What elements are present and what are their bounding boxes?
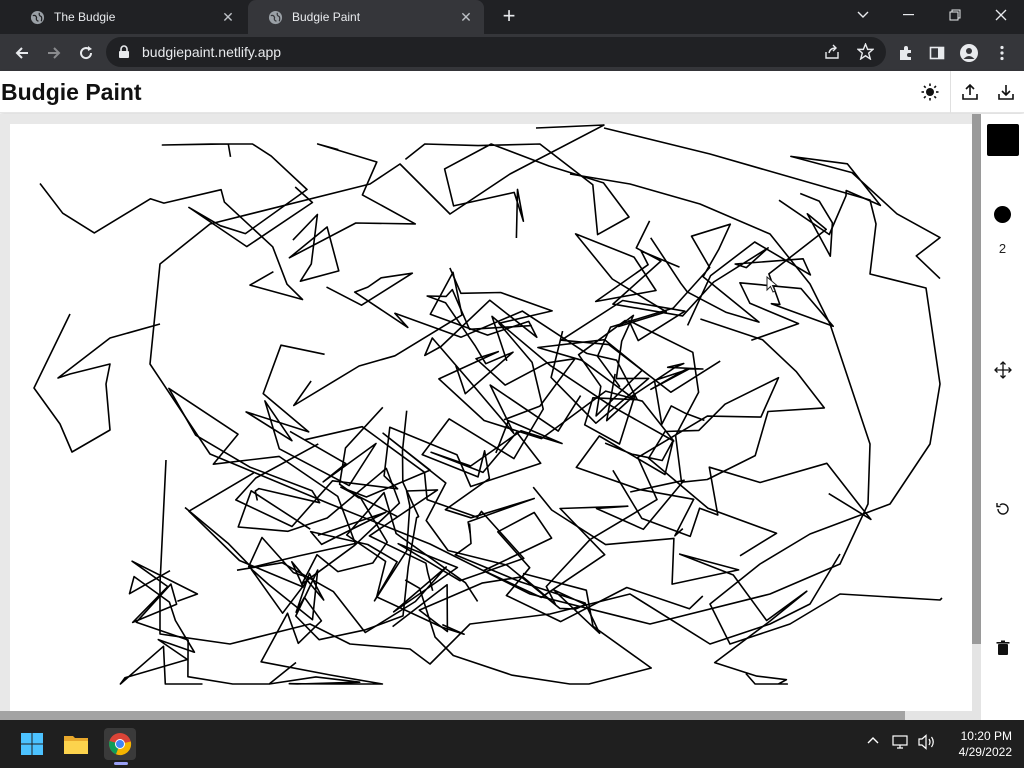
tab-close-icon[interactable]: ✕ xyxy=(220,9,236,25)
chrome-taskbar-icon[interactable] xyxy=(104,728,136,760)
budgie-paint-app: Budgie Paint 2 xyxy=(0,71,1024,720)
share-icon[interactable] xyxy=(824,44,840,65)
system-clock[interactable]: 10:20 PM 4/29/2022 xyxy=(936,728,1012,760)
browser-tab-strip: The Budgie ✕ Budgie Paint ✕ + xyxy=(0,0,1024,34)
brush-size-value: 2 xyxy=(998,241,1007,256)
extensions-puzzle-icon[interactable] xyxy=(892,39,920,67)
brush-size-dot[interactable] xyxy=(994,206,1011,223)
lock-icon[interactable] xyxy=(118,45,130,64)
reset-rotate-icon[interactable] xyxy=(991,497,1015,521)
browser-toolbar: budgiepaint.netlify.app xyxy=(0,34,1024,71)
upload-icon[interactable] xyxy=(957,79,983,105)
side-panel-icon[interactable] xyxy=(923,39,951,67)
horizontal-scrollbar-thumb[interactable] xyxy=(0,711,905,720)
canvas-area xyxy=(0,114,981,712)
tab-title: The Budgie xyxy=(54,10,116,24)
window-close-icon[interactable] xyxy=(978,0,1024,30)
active-app-indicator xyxy=(114,762,128,765)
app-title: Budgie Paint xyxy=(1,79,142,105)
network-icon[interactable] xyxy=(892,734,910,755)
tab-search-chevron-icon[interactable] xyxy=(840,0,886,30)
globe-icon xyxy=(30,10,45,25)
file-explorer-icon[interactable] xyxy=(60,728,92,760)
tab-close-icon[interactable]: ✕ xyxy=(458,9,474,25)
header-divider xyxy=(950,71,951,113)
tool-sidebar: 2 xyxy=(981,114,1024,720)
clock-date: 4/29/2022 xyxy=(958,745,1012,759)
reload-icon[interactable] xyxy=(72,39,100,67)
address-bar[interactable]: budgiepaint.netlify.app xyxy=(106,37,886,67)
show-hidden-icons-chevron-icon[interactable] xyxy=(866,734,880,753)
url-text: budgiepaint.netlify.app xyxy=(142,44,282,60)
tab-title: Budgie Paint xyxy=(292,10,361,24)
windows-start-icon[interactable] xyxy=(16,728,48,760)
minimize-icon[interactable] xyxy=(886,0,932,30)
sun-icon[interactable] xyxy=(917,79,943,105)
scribble-drawing xyxy=(33,124,943,685)
move-arrows-icon[interactable] xyxy=(991,358,1015,382)
windows-taskbar: 10:20 PM 4/29/2022 xyxy=(0,720,1024,768)
globe-icon xyxy=(268,10,283,25)
restore-icon[interactable] xyxy=(932,0,978,30)
app-header: Budgie Paint xyxy=(0,71,1024,113)
bookmark-star-icon[interactable] xyxy=(856,42,875,65)
browser-menu-icon[interactable] xyxy=(988,39,1016,67)
vertical-scrollbar-track[interactable] xyxy=(972,644,981,712)
back-arrow-icon[interactable] xyxy=(8,39,36,67)
clock-time: 10:20 PM xyxy=(960,729,1012,743)
horizontal-scrollbar-track[interactable] xyxy=(905,711,981,720)
color-swatch[interactable] xyxy=(987,124,1019,156)
forward-arrow-icon[interactable] xyxy=(40,39,68,67)
mouse-pointer-icon xyxy=(766,276,778,293)
tab-the-budgie[interactable]: The Budgie ✕ xyxy=(10,0,246,34)
trash-icon[interactable] xyxy=(991,636,1015,660)
download-icon[interactable] xyxy=(993,79,1019,105)
volume-speaker-icon[interactable] xyxy=(918,734,936,755)
drawing-canvas[interactable] xyxy=(10,124,972,712)
profile-avatar-icon[interactable] xyxy=(955,39,983,67)
new-tab-plus-icon[interactable]: + xyxy=(496,4,522,30)
tab-budgie-paint[interactable]: Budgie Paint ✕ xyxy=(248,0,484,34)
vertical-scrollbar-thumb[interactable] xyxy=(972,114,981,644)
